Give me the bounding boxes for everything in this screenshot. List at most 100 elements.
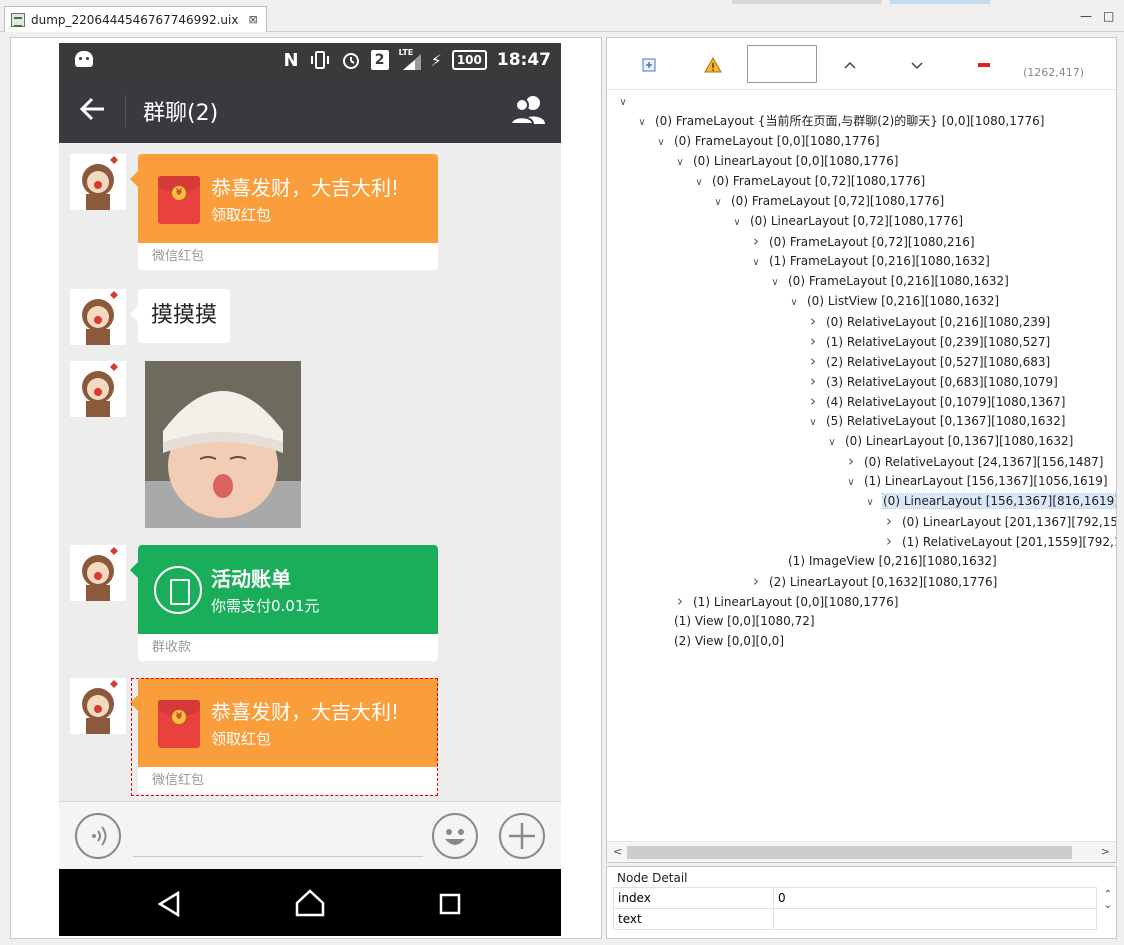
tree-node-label: (0) LinearLayout [0,0][1080,1776] <box>693 154 899 168</box>
avatar[interactable] <box>70 289 126 345</box>
detail-row[interactable]: text <box>613 908 1097 930</box>
baby-photo-message[interactable] <box>145 361 301 528</box>
hierarchy-tree[interactable]: ∨ ∨ (0) FrameLayout {当前所在页面,与群聊(2)的聊天} [0,… <box>607 91 1116 841</box>
expanded-chevron-icon[interactable]: ∨ <box>636 113 648 133</box>
tree-node[interactable]: ∨ (1) FrameLayout [0,216][1080,1632] <box>750 251 989 273</box>
emoji-button[interactable] <box>432 813 478 859</box>
tree-node[interactable]: ∨ (0) ListView [0,216][1080,1632] <box>788 291 999 311</box>
expanded-chevron-icon[interactable]: ∨ <box>826 433 838 453</box>
expanded-chevron-icon[interactable]: ∨ <box>617 93 629 113</box>
collapsed-chevron-icon[interactable]: › <box>674 591 686 611</box>
message-input[interactable] <box>133 856 423 857</box>
tree-node[interactable]: ∨ (0) LinearLayout [0,72][1080,1776] <box>731 211 963 231</box>
editor-tab[interactable]: dump_2206444546767746992.uix ⊠ <box>4 6 267 32</box>
collapsed-chevron-icon[interactable]: › <box>807 351 819 371</box>
previous-up-icon[interactable] <box>841 56 859 74</box>
clear-minus-icon[interactable] <box>975 56 993 74</box>
expanded-chevron-icon[interactable]: ∨ <box>712 193 724 213</box>
expanded-chevron-icon[interactable]: ∨ <box>731 213 743 233</box>
tree-node[interactable]: › (0) LinearLayout [201,1367][792,1559] <box>883 511 1116 531</box>
tree-node[interactable]: (1) View [0,0][1080,72] <box>655 611 815 631</box>
nav-back-icon[interactable] <box>157 891 181 917</box>
tree-node[interactable]: ∨ (0) FrameLayout [0,72][1080,1776] <box>712 191 944 211</box>
expanded-chevron-icon[interactable]: ∨ <box>807 413 819 433</box>
tree-node[interactable]: ∨ (0) LinearLayout [0,0][1080,1776] <box>674 151 898 171</box>
tree-node-selected[interactable]: ∨ (0) LinearLayout [156,1367][816,1619] <box>864 491 1116 511</box>
scroll-right-icon[interactable]: > <box>1101 845 1110 858</box>
collapsed-chevron-icon[interactable]: › <box>807 371 819 391</box>
avatar[interactable] <box>70 545 126 601</box>
phone-screenshot[interactable]: N 2 LTE ⚡ 100 18:47 群聊(2) ¥ 恭喜发财，大吉大利! 领… <box>59 43 561 936</box>
back-arrow-icon[interactable] <box>79 95 107 123</box>
tree-node[interactable]: ∨ (5) RelativeLayout [0,1367][1080,1632] <box>807 411 1065 431</box>
avatar[interactable] <box>70 154 126 210</box>
tree-node[interactable]: ∨ (0) LinearLayout [0,1367][1080,1632] <box>826 431 1073 451</box>
expanded-chevron-icon[interactable]: ∨ <box>769 273 781 293</box>
tree-node[interactable]: › (2) LinearLayout [0,1632][1080,1776] <box>750 571 997 591</box>
tree-node[interactable]: › (3) RelativeLayout [0,683][1080,1079] <box>807 371 1058 391</box>
tree-node-label: (0) RelativeLayout [0,216][1080,239] <box>826 315 1051 329</box>
tree-node-label: (0) LinearLayout [0,1367][1080,1632] <box>845 434 1074 448</box>
tree-node[interactable]: › (1) RelativeLayout [0,239][1080,527] <box>807 331 1050 351</box>
maximize-icon[interactable]: □ <box>1103 9 1114 23</box>
text-message[interactable]: 摸摸摸 <box>138 289 231 343</box>
voice-input-button[interactable] <box>75 813 121 859</box>
tree-node[interactable]: › (0) FrameLayout [0,72][1080,216] <box>750 231 975 251</box>
tree-node[interactable]: ∨ (0) FrameLayout [0,72][1080,1776] <box>693 171 925 191</box>
collapsed-chevron-icon[interactable]: › <box>750 231 762 251</box>
tree-node[interactable]: ∨ (0) FrameLayout [0,0][1080,1776] <box>655 131 879 153</box>
detail-scroll-icon[interactable]: ⌃ ⌄ <box>1104 889 1112 911</box>
tab-close-icon[interactable]: ⊠ <box>248 13 257 26</box>
next-down-icon[interactable] <box>908 56 926 74</box>
avatar[interactable] <box>70 361 126 417</box>
tree-node[interactable]: › (2) RelativeLayout [0,527][1080,683] <box>807 351 1050 371</box>
collapsed-chevron-icon[interactable]: › <box>883 511 895 531</box>
chat-action-bar: 群聊(2) <box>59 77 561 143</box>
collapsed-chevron-icon[interactable]: › <box>807 391 819 411</box>
collapsed-chevron-icon[interactable]: › <box>807 311 819 331</box>
tree-node[interactable]: › (1) RelativeLayout [201,1559][792,1619] <box>883 531 1116 551</box>
red-envelope-icon <box>158 176 200 224</box>
tree-node[interactable]: ∨ (0) FrameLayout {当前所在页面,与群聊(2)的聊天} [0,0… <box>636 111 1044 131</box>
warning-icon[interactable] <box>704 56 722 74</box>
expanded-chevron-icon[interactable]: ∨ <box>674 153 686 173</box>
tree-node[interactable]: › (4) RelativeLayout [0,1079][1080,1367] <box>807 391 1065 411</box>
collapsed-chevron-icon[interactable]: › <box>845 451 857 471</box>
group-members-icon[interactable] <box>511 94 547 124</box>
expanded-chevron-icon[interactable]: ∨ <box>864 493 876 513</box>
detail-row[interactable]: index 0 <box>613 887 1097 909</box>
red-packet-message[interactable]: 恭喜发财，大吉大利! 领取红包 微信红包 <box>138 678 438 794</box>
chat-list[interactable]: 恭喜发财，大吉大利! 领取红包 微信红包 摸摸摸 <box>59 143 561 801</box>
expanded-chevron-icon[interactable]: ∨ <box>788 293 800 313</box>
collapsed-chevron-icon[interactable]: › <box>807 331 819 351</box>
expanded-chevron-icon[interactable]: ∨ <box>750 253 762 273</box>
tree-node-label: (2) RelativeLayout [0,527][1080,683] <box>826 355 1051 369</box>
collapsed-chevron-icon[interactable]: › <box>750 571 762 591</box>
expand-all-icon[interactable] <box>640 56 658 74</box>
more-actions-button[interactable] <box>499 813 545 859</box>
horizontal-scrollbar[interactable]: < > <box>607 841 1116 862</box>
scroll-left-icon[interactable]: < <box>613 845 622 858</box>
red-packet-message[interactable]: 恭喜发财，大吉大利! 领取红包 微信红包 <box>138 154 438 270</box>
tree-node[interactable]: (2) View [0,0][0,0] <box>655 631 784 651</box>
collapsed-chevron-icon[interactable]: › <box>883 531 895 551</box>
tree-node[interactable]: (1) ImageView [0,216][1080,1632] <box>769 551 997 571</box>
expanded-chevron-icon[interactable]: ∨ <box>845 473 857 493</box>
minimize-icon[interactable]: — <box>1080 9 1092 23</box>
nav-home-icon[interactable] <box>295 889 325 917</box>
nav-recents-icon[interactable] <box>439 893 461 915</box>
red-packet-footer: 微信红包 <box>138 243 438 270</box>
scrollbar-thumb[interactable] <box>627 846 1072 859</box>
tree-node[interactable]: ∨ <box>617 91 636 111</box>
tree-node[interactable]: › (0) RelativeLayout [24,1367][156,1487] <box>845 451 1103 471</box>
tree-node[interactable]: ∨ (1) LinearLayout [156,1367][1056,1619] <box>845 471 1107 493</box>
avatar[interactable] <box>70 678 126 734</box>
tree-node[interactable]: › (0) RelativeLayout [0,216][1080,239] <box>807 311 1050 331</box>
detail-key: index <box>613 887 774 909</box>
tree-node[interactable]: ∨ (0) FrameLayout [0,216][1080,1632] <box>769 271 1008 293</box>
expanded-chevron-icon[interactable]: ∨ <box>693 173 705 193</box>
expanded-chevron-icon[interactable]: ∨ <box>655 133 667 153</box>
bill-message[interactable]: 活动账单 你需支付0.01元 群收款 <box>138 545 438 661</box>
toolbar-search-input[interactable] <box>747 45 817 83</box>
tree-node[interactable]: › (1) LinearLayout [0,0][1080,1776] <box>674 591 898 611</box>
